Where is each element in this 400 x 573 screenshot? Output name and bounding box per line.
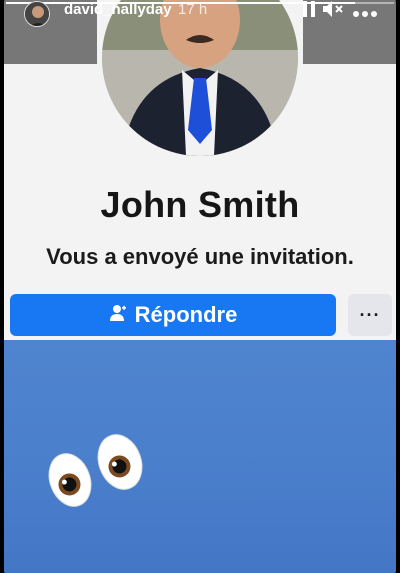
mute-icon[interactable] bbox=[322, 0, 344, 23]
invitation-card: John Smith Vous a envoyé une invitation.… bbox=[4, 0, 396, 340]
more-icon[interactable] bbox=[352, 3, 378, 23]
eyes-emoji bbox=[48, 430, 148, 510]
person-icon bbox=[109, 302, 127, 328]
reply-button-label: Répondre bbox=[134, 302, 238, 327]
invitation-message: Vous a envoyé une invitation. bbox=[46, 244, 354, 269]
contact-name: John Smith bbox=[100, 184, 300, 225]
more-options-button[interactable]: ··· bbox=[348, 294, 392, 336]
reply-button[interactable]: Répondre bbox=[10, 294, 336, 336]
pause-icon[interactable] bbox=[302, 0, 316, 23]
user-avatar[interactable] bbox=[24, 1, 50, 27]
post-time: 17 h bbox=[178, 1, 208, 18]
story-header: david_hallyday 17 h bbox=[0, 0, 400, 40]
username[interactable]: david_hallyday bbox=[64, 1, 172, 18]
story-frame: John Smith Vous a envoyé une invitation.… bbox=[4, 0, 396, 573]
